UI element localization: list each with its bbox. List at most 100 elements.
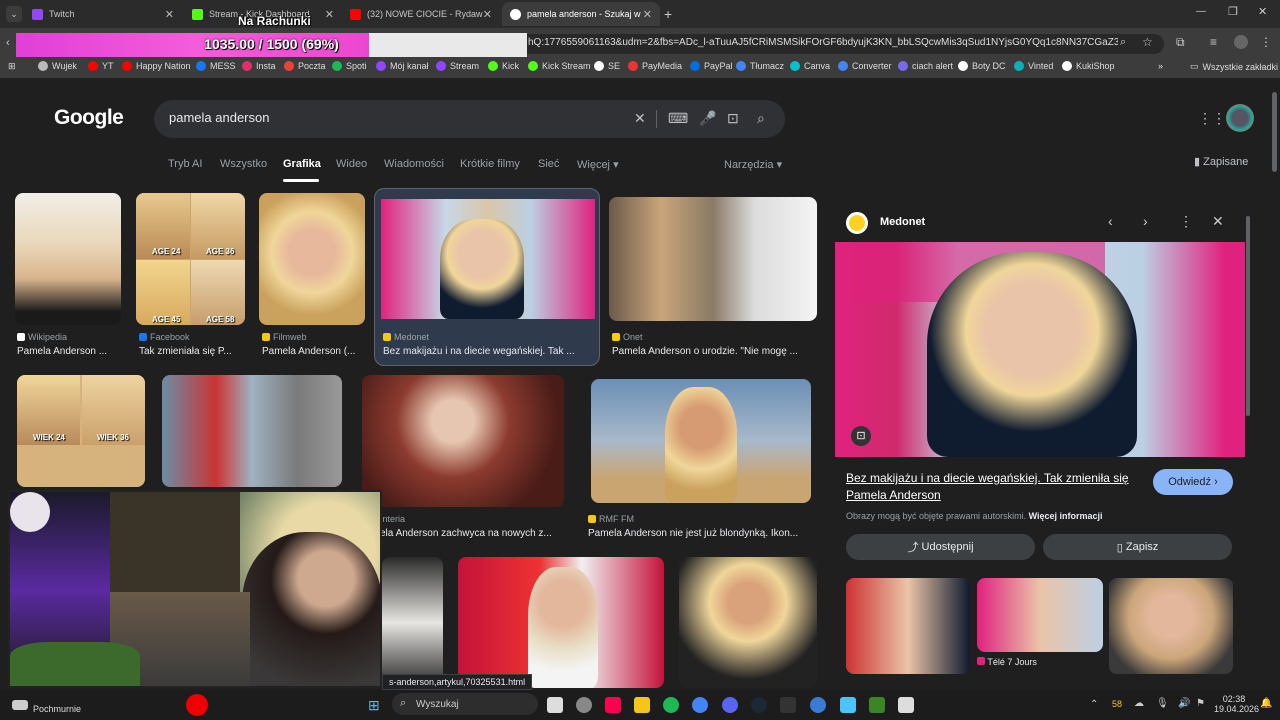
steam-icon[interactable]: [751, 697, 767, 713]
clear-search-icon[interactable]: ✕: [634, 110, 646, 127]
image-result[interactable]: [15, 193, 121, 325]
image-result[interactable]: [458, 557, 664, 688]
microphone-icon[interactable]: 🎤: [699, 110, 716, 127]
bookmark-item[interactable]: Stream: [436, 61, 479, 71]
start-icon[interactable]: ⊞: [368, 697, 380, 714]
tools-button[interactable]: Narzędzia ▾: [724, 158, 782, 171]
panel-title-link[interactable]: Bez makijażu i na diecie wegańskiej. Tak…: [846, 470, 1146, 504]
result-caption[interactable]: Pamela Anderson ...: [17, 346, 121, 357]
bookmark-item[interactable]: SE: [594, 61, 620, 71]
bookmark-item[interactable]: YT: [88, 61, 114, 71]
network-icon[interactable]: ☁: [1134, 698, 1144, 709]
capcut-icon[interactable]: [898, 697, 914, 713]
apps-icon[interactable]: ⊞: [8, 61, 16, 72]
bookmark-item[interactable]: Mój kanał: [376, 61, 429, 71]
all-bookmarks[interactable]: ▭ Wszystkie zakładki: [1190, 61, 1278, 72]
spotify-icon[interactable]: [663, 697, 679, 713]
epic-games-icon[interactable]: [780, 697, 796, 713]
close-icon[interactable]: ✕: [325, 8, 334, 21]
tab-youtube[interactable]: (32) NOWE CIOCIE - Rydawarni✕: [342, 2, 500, 26]
more-info-link[interactable]: Więcej informacji: [1029, 511, 1103, 521]
tab-all[interactable]: Wszystko: [220, 158, 267, 170]
more-options-icon[interactable]: ⋮: [1179, 213, 1193, 230]
tray-overflow-icon[interactable]: ⌃: [1090, 699, 1098, 710]
tab-news[interactable]: Wiadomości: [384, 158, 444, 170]
related-image[interactable]: [1109, 578, 1233, 674]
share-button[interactable]: ⤴ Udostępnij: [846, 534, 1035, 560]
zoom-icon[interactable]: ⌕: [1120, 36, 1126, 49]
new-tab-button[interactable]: +: [664, 6, 672, 22]
image-result[interactable]: [382, 557, 443, 688]
close-panel-icon[interactable]: ✕: [1212, 213, 1224, 230]
tab-more[interactable]: Więcej ▾: [577, 158, 619, 171]
tab-web[interactable]: Sieć: [538, 158, 559, 170]
tab-search-button[interactable]: ⌄: [6, 6, 22, 22]
bookmarks-overflow-icon[interactable]: »: [1158, 61, 1163, 71]
close-icon[interactable]: ✕: [165, 8, 174, 21]
extensions-icon[interactable]: ⧉: [1176, 35, 1185, 50]
result-caption[interactable]: ela Anderson zachwyca na nowych z...: [380, 528, 564, 539]
lens-search-icon[interactable]: ⊡: [851, 426, 871, 446]
weather-text[interactable]: Pochmurnie: [33, 704, 81, 714]
image-result[interactable]: [591, 379, 811, 503]
app-icon[interactable]: [840, 697, 856, 713]
google-logo[interactable]: Google: [54, 106, 124, 130]
google-apps-icon[interactable]: ⋮⋮: [1198, 110, 1226, 127]
volume-icon[interactable]: 🔊: [1178, 698, 1190, 709]
result-caption[interactable]: Pamela Anderson nie jest już blondynką. …: [588, 528, 812, 539]
file-explorer-icon[interactable]: [634, 697, 650, 713]
tiktok-icon[interactable]: [605, 697, 621, 713]
back-icon[interactable]: ‹: [6, 37, 10, 49]
bookmark-item[interactable]: Canva: [790, 61, 830, 71]
obs-icon[interactable]: [576, 697, 592, 713]
minecraft-icon[interactable]: [869, 697, 885, 713]
image-result[interactable]: [259, 193, 365, 325]
bookmark-item[interactable]: ciach alert: [898, 61, 953, 71]
close-icon[interactable]: ✕: [483, 8, 492, 21]
bookmark-item[interactable]: PayPal: [690, 61, 733, 71]
bookmark-star-icon[interactable]: ☆: [1142, 35, 1153, 49]
page-scrollbar[interactable]: [1272, 92, 1277, 172]
discord-icon[interactable]: [722, 697, 738, 713]
media-icon[interactable]: ≡: [1210, 35, 1217, 49]
image-result[interactable]: AGE 24 AGE 36 AGE 45 AGE 58: [136, 193, 245, 325]
previous-icon[interactable]: ‹: [1108, 213, 1113, 229]
profile-avatar[interactable]: [1234, 35, 1248, 49]
close-icon[interactable]: ✕: [643, 8, 652, 21]
taskbar-search[interactable]: [392, 693, 538, 715]
search-icon[interactable]: ⌕: [757, 110, 765, 127]
minimize-button[interactable]: —: [1196, 6, 1206, 17]
save-button[interactable]: ▯ Zapisz: [1043, 534, 1232, 560]
microphone-icon[interactable]: 🎙: [1156, 698, 1169, 709]
result-caption[interactable]: Pamela Anderson (...: [262, 346, 366, 357]
image-result[interactable]: WIEK 24 WIEK 36: [17, 375, 145, 487]
next-icon[interactable]: ›: [1143, 213, 1148, 229]
tab-twitch[interactable]: Twitch ✕: [24, 2, 182, 26]
bookmark-item[interactable]: Boty DC: [958, 61, 1006, 71]
keyboard-icon[interactable]: ⌨: [668, 110, 688, 127]
saved-button[interactable]: ▮ Zapisane: [1194, 155, 1248, 168]
visit-button[interactable]: Odwiedź ›: [1153, 469, 1233, 495]
result-caption[interactable]: Bez makijażu i na diecie wegańskiej. Tak…: [383, 346, 593, 357]
clock[interactable]: 02:38 19.04.2026: [1214, 694, 1259, 714]
bookmark-item[interactable]: Happy Nation: [122, 61, 191, 71]
search-input[interactable]: pamela anderson: [169, 110, 269, 125]
bookmark-item[interactable]: PayMedia: [628, 61, 682, 71]
weather-icon[interactable]: [12, 700, 28, 710]
bookmark-item[interactable]: Wujek: [38, 61, 77, 71]
bookmark-item[interactable]: Vinted: [1014, 61, 1053, 71]
bookmark-item[interactable]: Kick: [488, 61, 519, 71]
image-result[interactable]: [609, 197, 817, 321]
bookmark-item[interactable]: Poczta: [284, 61, 326, 71]
tab-google-search[interactable]: pamela anderson - Szukaj w Go ✕: [502, 2, 660, 26]
image-result[interactable]: [162, 375, 342, 487]
result-caption[interactable]: Tak zmieniała się P...: [139, 346, 245, 357]
account-avatar[interactable]: [1226, 104, 1254, 132]
close-window-button[interactable]: ✕: [1258, 5, 1267, 18]
menu-icon[interactable]: ⋮: [1260, 35, 1272, 49]
bookmark-item[interactable]: Tłumacz: [736, 61, 784, 71]
task-view-icon[interactable]: [547, 697, 563, 713]
tab-short-videos[interactable]: Krótkie filmy: [460, 158, 520, 170]
tab-images[interactable]: Grafika: [283, 158, 321, 170]
bookmark-item[interactable]: Kick Stream: [528, 61, 591, 71]
